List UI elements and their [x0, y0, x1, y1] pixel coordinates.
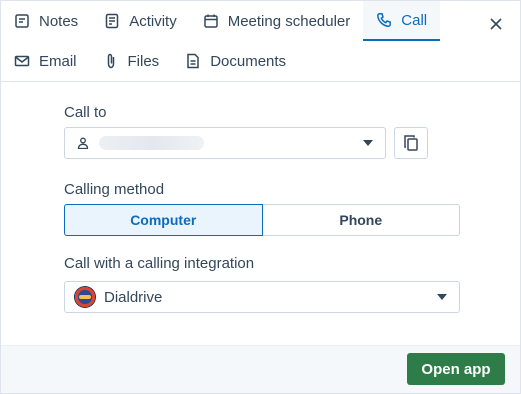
tab-call-label: Call [401, 11, 428, 29]
calling-integration-value: Dialdrive [104, 288, 163, 306]
calling-integration-label: Call with a calling integration [64, 255, 255, 272]
call-to-select[interactable] [64, 127, 386, 159]
close-button[interactable] [486, 14, 506, 34]
tab-activity[interactable]: Activity [91, 1, 190, 41]
tab-files-label: Files [127, 52, 160, 70]
chevron-down-icon [363, 140, 373, 146]
chevron-down-icon [437, 294, 447, 300]
person-icon [77, 137, 89, 149]
redacted-contact-value [99, 136, 204, 150]
calling-method-toggle: Computer Phone [64, 204, 460, 236]
tab-activity-label: Activity [129, 12, 177, 30]
call-to-label: Call to [64, 104, 107, 121]
phone-icon [377, 13, 392, 27]
tab-email[interactable]: Email [1, 41, 90, 81]
tab-call[interactable]: Call [363, 1, 441, 41]
tab-documents-label: Documents [210, 52, 287, 70]
calling-method-phone-button[interactable]: Phone [262, 204, 460, 236]
close-icon [490, 18, 502, 30]
tab-documents[interactable]: Documents [172, 41, 299, 81]
calling-method-computer-button[interactable]: Computer [64, 204, 263, 236]
activity-icon [105, 13, 119, 29]
tabs-row-secondary: Email Files Documents [1, 41, 299, 81]
copy-icon [404, 135, 418, 151]
tabs-row-primary: Notes Activity Meeting scheduler Call [1, 1, 441, 41]
tab-files[interactable]: Files [90, 41, 173, 81]
calling-integration-select[interactable]: Dialdrive [64, 281, 460, 313]
tab-meeting-scheduler[interactable]: Meeting scheduler [190, 1, 364, 41]
notes-icon [15, 14, 29, 28]
paperclip-icon [107, 53, 114, 69]
calling-method-label: Calling method [64, 181, 165, 198]
call-panel: Notes Activity Meeting scheduler Call Em… [0, 0, 521, 394]
copy-number-button[interactable] [394, 127, 428, 159]
tab-email-label: Email [39, 52, 77, 70]
tab-meeting-scheduler-label: Meeting scheduler [227, 12, 351, 30]
calendar-icon [203, 14, 218, 28]
tab-notes[interactable]: Notes [1, 1, 91, 41]
dialdrive-logo-icon [74, 286, 96, 308]
open-app-button[interactable]: Open app [407, 353, 505, 385]
tab-notes-label: Notes [39, 12, 79, 30]
email-icon [14, 55, 30, 67]
tabs-divider [1, 81, 520, 82]
document-icon [187, 53, 199, 69]
